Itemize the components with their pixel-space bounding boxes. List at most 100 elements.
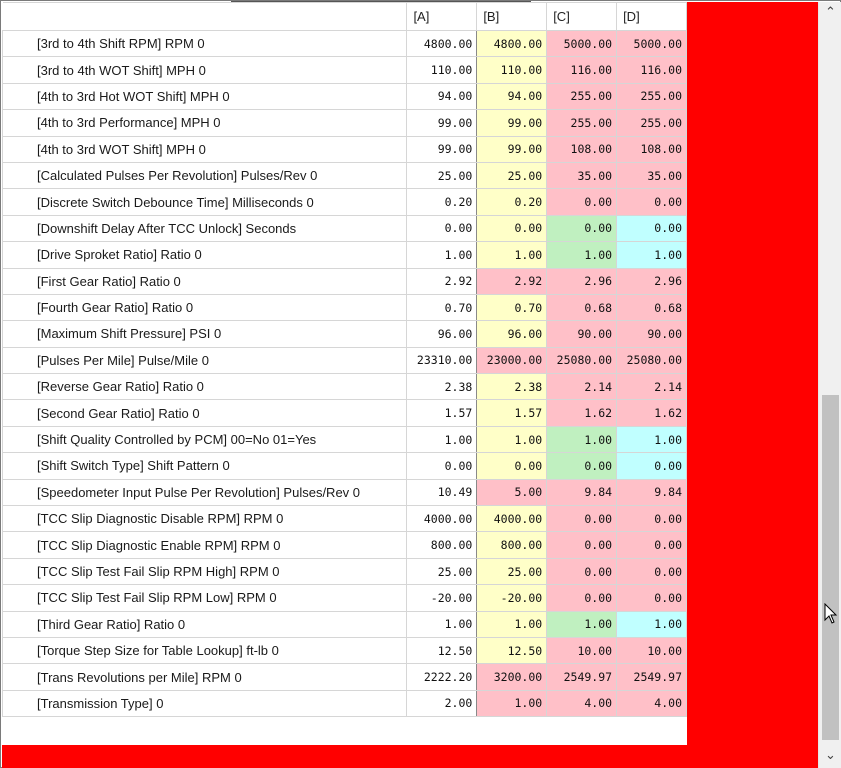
cell-a[interactable]: 10.49 bbox=[406, 478, 478, 507]
table-row[interactable]: [Pulses Per Mile] Pulse/Mile 0 23310.00 23… bbox=[2, 346, 687, 375]
cell-a[interactable]: 96.00 bbox=[406, 320, 478, 348]
table-row[interactable]: [TCC Slip Diagnostic Enable RPM] RPM 0 80… bbox=[2, 531, 687, 559]
cell-b[interactable]: 99.00 bbox=[476, 135, 548, 163]
row-label[interactable]: [Shift Quality Controlled by PCM] 00=No … bbox=[2, 425, 408, 454]
cell-a[interactable]: 800.00 bbox=[406, 531, 478, 559]
row-label[interactable]: [Transmission Type] 0 bbox=[2, 689, 408, 718]
cell-d[interactable]: 116.00 bbox=[616, 56, 687, 84]
cell-c[interactable]: 1.62 bbox=[546, 399, 618, 427]
cell-c[interactable]: 0.00 bbox=[546, 584, 618, 612]
cell-c[interactable]: 2.14 bbox=[546, 373, 618, 401]
table-row[interactable]: [Maximum Shift Pressure] PSI 0 96.00 96.00… bbox=[2, 320, 687, 348]
row-label[interactable]: [Trans Revolutions per Mile] RPM 0 bbox=[2, 663, 408, 691]
cell-d[interactable]: 108.00 bbox=[616, 135, 687, 163]
cell-c[interactable]: 108.00 bbox=[546, 135, 618, 163]
cell-d[interactable]: 10.00 bbox=[616, 636, 687, 665]
table-row[interactable]: [Shift Switch Type] Shift Pattern 0 0.00 0… bbox=[2, 452, 687, 480]
row-label[interactable]: [Second Gear Ratio] Ratio 0 bbox=[2, 399, 408, 427]
cell-d[interactable]: 90.00 bbox=[616, 320, 687, 348]
cell-c[interactable]: 0.00 bbox=[546, 214, 618, 243]
row-label[interactable]: [4th to 3rd WOT Shift] MPH 0 bbox=[2, 135, 408, 163]
table-row[interactable]: [3rd to 4th WOT Shift] MPH 0 110.00 110.00… bbox=[2, 56, 687, 84]
cell-b[interactable]: 1.00 bbox=[476, 425, 548, 454]
cell-c[interactable]: 0.00 bbox=[546, 452, 618, 480]
cell-b[interactable]: 0.00 bbox=[476, 452, 548, 480]
column-header-c[interactable]: [C] bbox=[546, 2, 618, 31]
row-label[interactable]: [Speedometer Input Pulse Per Revolution]… bbox=[2, 478, 408, 507]
cell-a[interactable]: 2222.20 bbox=[406, 663, 478, 691]
cell-b[interactable]: 3200.00 bbox=[476, 663, 548, 691]
cell-b[interactable]: 99.00 bbox=[476, 109, 548, 137]
cell-c[interactable]: 4.00 bbox=[546, 689, 618, 718]
row-label[interactable]: [TCC Slip Test Fail Slip RPM Low] RPM 0 bbox=[2, 584, 408, 612]
cell-a[interactable]: 0.00 bbox=[406, 214, 478, 243]
cell-b[interactable]: 1.00 bbox=[476, 689, 548, 718]
table-row[interactable]: [4th to 3rd WOT Shift] MPH 0 99.00 99.00 10… bbox=[2, 135, 687, 163]
table-row[interactable]: [Third Gear Ratio] Ratio 0 1.00 1.00 1.00 1.… bbox=[2, 610, 687, 638]
cell-c[interactable]: 1.00 bbox=[546, 241, 618, 269]
column-header-b[interactable]: [B] bbox=[476, 2, 548, 31]
cell-a[interactable]: 0.00 bbox=[406, 452, 478, 480]
table-row[interactable]: [4th to 3rd Performance] MPH 0 99.00 99.00… bbox=[2, 109, 687, 137]
cell-a[interactable]: 1.00 bbox=[406, 241, 478, 269]
cell-a[interactable]: 25.00 bbox=[406, 557, 478, 586]
cell-c[interactable]: 0.00 bbox=[546, 505, 618, 533]
cell-a[interactable]: 4000.00 bbox=[406, 505, 478, 533]
cell-a[interactable]: 99.00 bbox=[406, 135, 478, 163]
row-label[interactable]: [Torque Step Size for Table Lookup] ft-l… bbox=[2, 636, 408, 665]
cell-b[interactable]: 1.00 bbox=[476, 610, 548, 638]
cell-d[interactable]: 0.00 bbox=[616, 505, 687, 533]
row-label[interactable]: [Discrete Switch Debounce Time] Millisec… bbox=[2, 188, 408, 216]
row-label[interactable]: [3rd to 4th WOT Shift] MPH 0 bbox=[2, 56, 408, 84]
cell-c[interactable]: 25080.00 bbox=[546, 346, 618, 375]
column-header-name[interactable] bbox=[2, 2, 408, 31]
row-label[interactable]: [3rd to 4th Shift RPM] RPM 0 bbox=[2, 29, 408, 58]
cell-b[interactable]: 1.00 bbox=[476, 241, 548, 269]
cell-a[interactable]: 1.00 bbox=[406, 425, 478, 454]
cell-a[interactable]: 25.00 bbox=[406, 161, 478, 190]
cell-a[interactable]: 94.00 bbox=[406, 82, 478, 111]
cell-c[interactable]: 1.00 bbox=[546, 425, 618, 454]
vertical-scrollbar[interactable]: ⌃ ⌄ bbox=[818, 2, 841, 768]
row-label[interactable]: [TCC Slip Diagnostic Enable RPM] RPM 0 bbox=[2, 531, 408, 559]
cell-d[interactable]: 0.00 bbox=[616, 584, 687, 612]
cell-d[interactable]: 4.00 bbox=[616, 689, 687, 718]
cell-b[interactable]: 800.00 bbox=[476, 531, 548, 559]
cell-d[interactable]: 255.00 bbox=[616, 82, 687, 111]
cell-a[interactable]: 12.50 bbox=[406, 636, 478, 665]
cell-b[interactable]: 23000.00 bbox=[476, 346, 548, 375]
cell-c[interactable]: 2.96 bbox=[546, 267, 618, 295]
cell-c[interactable]: 0.00 bbox=[546, 531, 618, 559]
table-row[interactable]: [Speedometer Input Pulse Per Revolution]… bbox=[2, 478, 687, 507]
cell-b[interactable]: 0.70 bbox=[476, 293, 548, 322]
cell-d[interactable]: 5000.00 bbox=[616, 29, 687, 58]
cell-d[interactable]: 2.14 bbox=[616, 373, 687, 401]
cell-d[interactable]: 0.00 bbox=[616, 452, 687, 480]
cell-b[interactable]: 4000.00 bbox=[476, 505, 548, 533]
row-label[interactable]: [Shift Switch Type] Shift Pattern 0 bbox=[2, 452, 408, 480]
cell-b[interactable]: 12.50 bbox=[476, 636, 548, 665]
table-row[interactable]: [First Gear Ratio] Ratio 0 2.92 2.92 2.96 2.… bbox=[2, 267, 687, 295]
table-row[interactable]: [Discrete Switch Debounce Time] Millisec… bbox=[2, 188, 687, 216]
cell-a[interactable]: -20.00 bbox=[406, 584, 478, 612]
cell-d[interactable]: 1.00 bbox=[616, 241, 687, 269]
cell-c[interactable]: 255.00 bbox=[546, 109, 618, 137]
cell-c[interactable]: 90.00 bbox=[546, 320, 618, 348]
cell-c[interactable]: 5000.00 bbox=[546, 29, 618, 58]
cell-b[interactable]: 1.57 bbox=[476, 399, 548, 427]
cell-b[interactable]: 5.00 bbox=[476, 478, 548, 507]
table-row[interactable]: [4th to 3rd Hot WOT Shift] MPH 0 94.00 94.… bbox=[2, 82, 687, 111]
cell-a[interactable]: 4800.00 bbox=[406, 29, 478, 58]
table-row[interactable]: [Trans Revolutions per Mile] RPM 0 2222.2… bbox=[2, 663, 687, 691]
cell-a[interactable]: 1.00 bbox=[406, 610, 478, 638]
row-label[interactable]: [Third Gear Ratio] Ratio 0 bbox=[2, 610, 408, 638]
cell-c[interactable]: 1.00 bbox=[546, 610, 618, 638]
cell-a[interactable]: 1.57 bbox=[406, 399, 478, 427]
cell-b[interactable]: -20.00 bbox=[476, 584, 548, 612]
cell-c[interactable]: 0.00 bbox=[546, 557, 618, 586]
table-row[interactable]: [Calculated Pulses Per Revolution] Pulse… bbox=[2, 161, 687, 190]
cell-c[interactable]: 35.00 bbox=[546, 161, 618, 190]
cell-b[interactable]: 0.00 bbox=[476, 214, 548, 243]
row-label[interactable]: [Maximum Shift Pressure] PSI 0 bbox=[2, 320, 408, 348]
cell-b[interactable]: 25.00 bbox=[476, 557, 548, 586]
